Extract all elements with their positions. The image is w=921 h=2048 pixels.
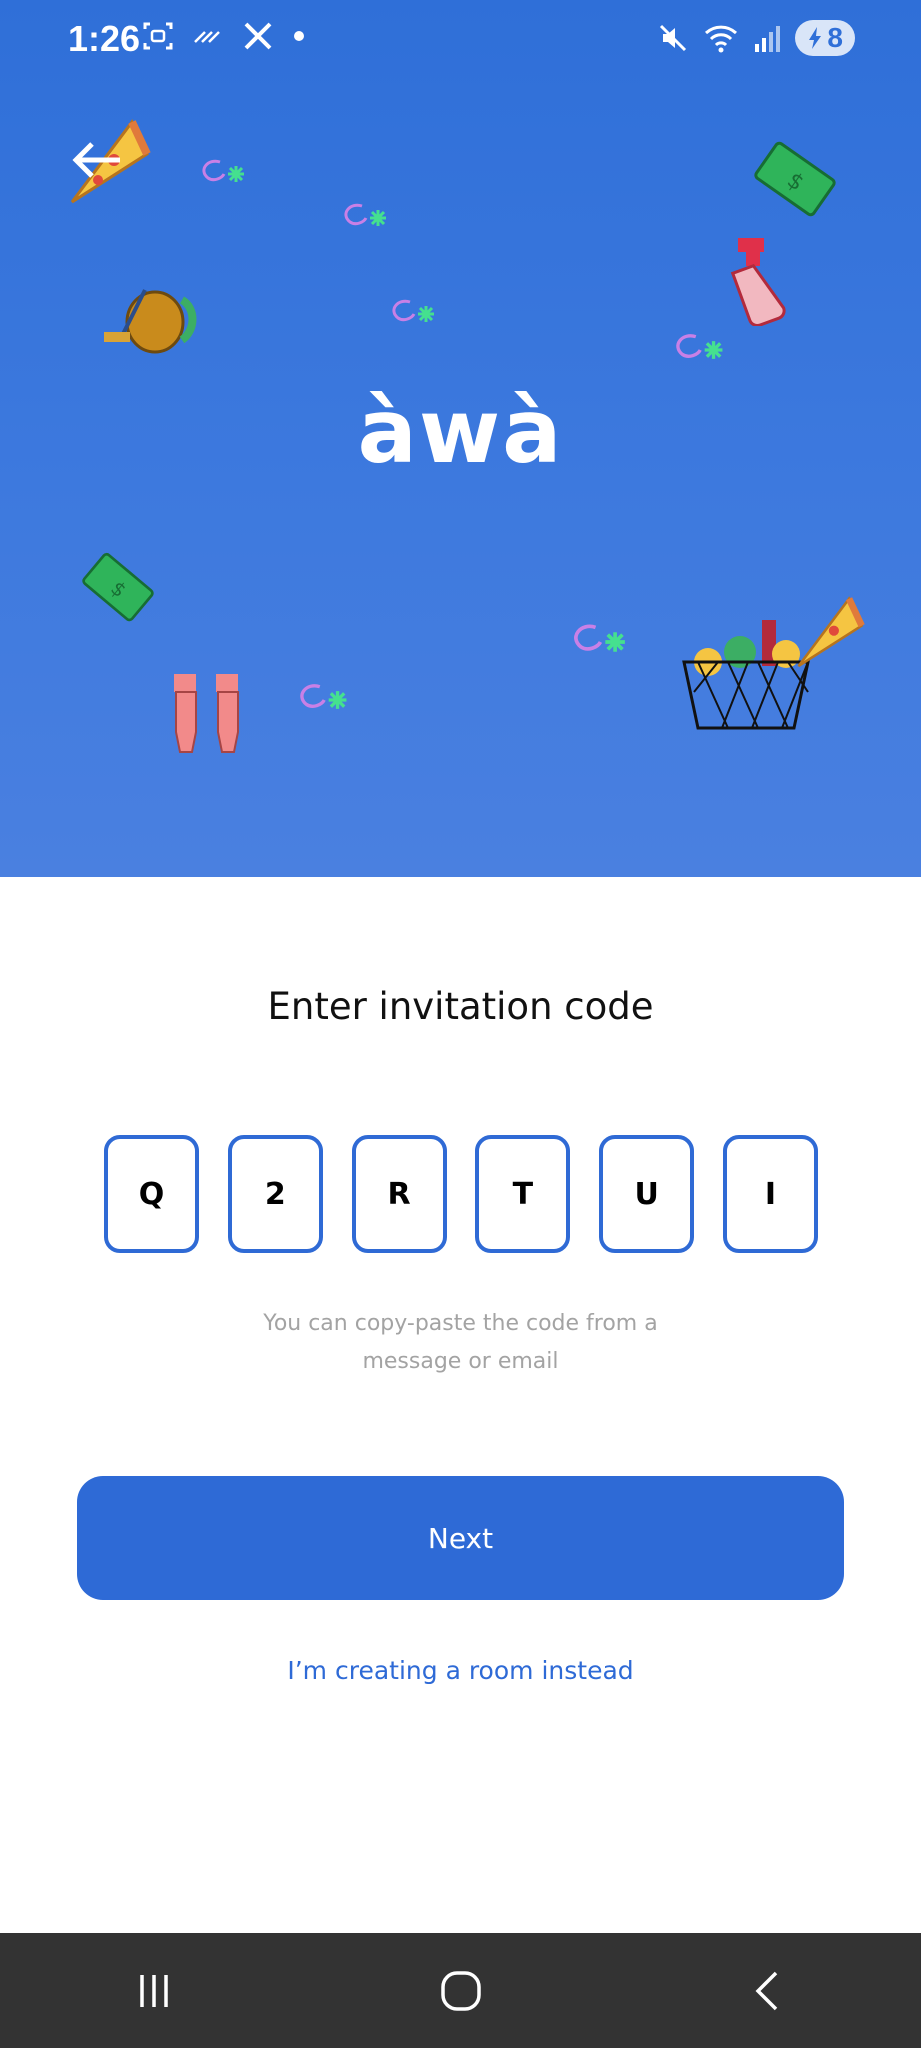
squiggle-deco-icon-5: [574, 624, 625, 652]
code-char-input-6[interactable]: I: [722, 1135, 818, 1253]
money-bill-icon-2: $: [82, 552, 154, 622]
home-icon: [440, 1970, 481, 2011]
money-bill-icon: $: [754, 141, 836, 217]
paste-hint-text: You can copy-paste the code from a messa…: [263, 1311, 658, 1374]
system-back-button[interactable]: [723, 1946, 813, 2036]
invitation-code-inputs: Q 2 R T U I: [104, 1135, 818, 1253]
recent-apps-icon: [139, 1974, 168, 2007]
squiggle-deco-icon-6: [300, 684, 347, 709]
system-nav-bar: [0, 1933, 921, 2048]
squiggle-deco-icon: [202, 159, 244, 182]
hero-banner: 1:26 8 $ $ àwà: [0, 0, 921, 877]
battery-indicator: 8: [795, 20, 855, 56]
notification-dot-icon: [294, 31, 304, 41]
x-app-icon: [244, 22, 272, 50]
app-logo: àwà: [357, 380, 564, 483]
mute-icon: [660, 24, 687, 52]
squiggle-deco-icon-4: [676, 334, 723, 359]
create-room-link[interactable]: I’m creating a room instead: [0, 1656, 921, 1685]
vacuum-icon: [104, 289, 197, 354]
code-char-input-3[interactable]: R: [351, 1135, 447, 1253]
back-arrow-icon: [92, 160, 93, 161]
signal-icon: [755, 26, 781, 52]
status-left-icons: [142, 20, 306, 52]
code-char-input-2[interactable]: 2: [227, 1135, 323, 1253]
code-char-input-4[interactable]: T: [475, 1135, 571, 1253]
status-right-icons: 8: [657, 20, 855, 56]
status-time: 1:26: [68, 18, 141, 59]
nfc-icon: [194, 31, 220, 43]
back-button[interactable]: [64, 132, 120, 188]
code-char-input-5[interactable]: U: [599, 1135, 695, 1253]
battery-level: 8: [827, 22, 843, 53]
gloves-icon: [174, 674, 239, 753]
squiggle-deco-icon-3: [392, 299, 434, 322]
spray-bottle-icon: [730, 238, 786, 326]
pizza-slice-icon-2: [797, 596, 865, 668]
next-button[interactable]: Next: [77, 1476, 844, 1600]
chevron-left-icon: [755, 1971, 777, 2010]
screenshot-icon: [143, 22, 173, 50]
page-title: Enter invitation code: [267, 985, 654, 1028]
squiggle-deco-icon-2: [344, 203, 386, 226]
recent-apps-button[interactable]: [109, 1946, 199, 2036]
status-bar: 1:26 8: [0, 0, 921, 80]
home-button[interactable]: [416, 1946, 506, 2036]
wifi-icon: [705, 25, 738, 53]
charging-bolt-icon: [809, 27, 822, 49]
code-char-input-1[interactable]: Q: [104, 1135, 199, 1253]
